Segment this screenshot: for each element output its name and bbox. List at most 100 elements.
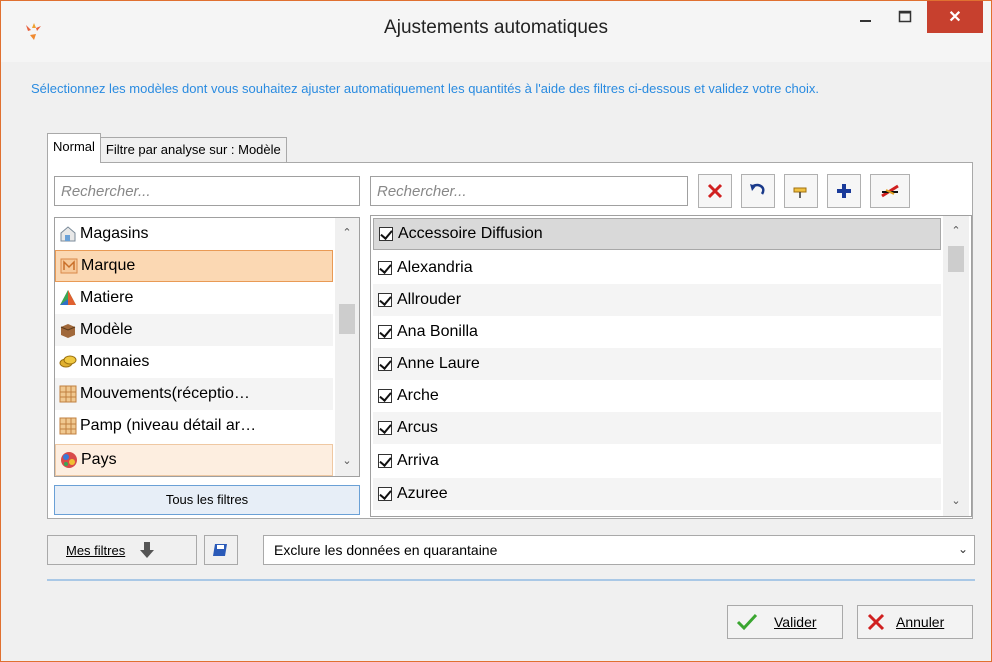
value-search-input[interactable] <box>370 176 688 206</box>
list-item-mouvements[interactable]: Mouvements(réceptio… <box>55 378 333 410</box>
add-button[interactable] <box>827 174 861 208</box>
my-filters-label: Mes filtres <box>66 542 126 558</box>
undo-icon <box>750 183 765 195</box>
list-item-pamp[interactable]: Pamp (niveau détail ar… <box>55 410 333 442</box>
scrollbar-thumb[interactable] <box>339 304 355 334</box>
list-item-matiere[interactable]: Matiere <box>55 282 333 314</box>
list-item[interactable]: Ana Bonilla <box>373 316 941 348</box>
cancel-label: Annuler <box>896 614 945 630</box>
list-item-label: Magasins <box>80 225 149 242</box>
quarantine-select-value: Exclure les données en quarantaine <box>274 542 498 558</box>
model-box-icon <box>60 324 76 338</box>
quarantine-select[interactable]: Exclure les données en quarantaine ⌄ <box>263 535 975 565</box>
checkbox[interactable] <box>378 325 392 339</box>
edit-icon <box>881 184 899 198</box>
model-value-list: Accessoire Diffusion Alexandria Allroude… <box>370 215 972 517</box>
checkbox[interactable] <box>378 454 392 468</box>
list-item-label: Matiere <box>80 289 134 306</box>
validate-button[interactable]: Valider <box>727 605 843 639</box>
checkbox[interactable] <box>378 389 392 403</box>
filter-search-input[interactable] <box>54 176 360 206</box>
grid-icon <box>59 417 77 435</box>
chevron-down-icon: ⌄ <box>957 542 968 556</box>
pin-icon <box>793 187 807 198</box>
cancel-button[interactable]: Annuler <box>857 605 973 639</box>
list-item-label: Alexandria <box>397 259 473 276</box>
list-item[interactable]: Arche <box>373 380 941 412</box>
list-item-modele[interactable]: Modèle <box>55 314 333 346</box>
validate-label: Valider <box>774 614 817 630</box>
plus-icon <box>837 184 851 198</box>
list-item-magasins[interactable]: Magasins <box>55 218 333 250</box>
list-item[interactable]: Alexandria <box>373 252 941 284</box>
left-list-scrollbar[interactable]: ⌃ ⌄ <box>335 218 359 476</box>
list-item-monnaies[interactable]: Monnaies <box>55 346 333 378</box>
list-item-label: Pays <box>81 451 117 468</box>
close-button[interactable]: ✕ <box>927 1 983 33</box>
dialog-window: Ajustements automatiques ✕ Sélectionnez … <box>0 0 992 662</box>
tab-filter-analysis[interactable]: Filtre par analyse sur : Modèle <box>99 137 287 163</box>
minimize-button[interactable] <box>849 1 883 33</box>
window-title: Ajustements automatiques <box>384 17 608 38</box>
list-item-label: Arcus <box>397 419 438 436</box>
scroll-up-icon[interactable]: ⌃ <box>339 226 355 239</box>
list-item-label: Monnaies <box>80 353 150 370</box>
globe-icon <box>61 452 77 468</box>
checkbox[interactable] <box>378 357 392 371</box>
list-item-label: Accessoire Diffusion <box>398 225 543 242</box>
list-item-label: Mouvements(réceptio… <box>80 385 250 402</box>
coins-icon <box>59 355 77 368</box>
list-item[interactable]: Accessoire Diffusion <box>373 218 941 250</box>
list-item-marque[interactable]: Marque <box>55 250 333 282</box>
close-icon: ✕ <box>948 9 962 26</box>
title-bar[interactable]: Ajustements automatiques ✕ <box>1 1 991 62</box>
all-filters-button[interactable]: Tous les filtres <box>54 485 360 515</box>
grid-icon <box>59 385 77 403</box>
list-item[interactable]: Arcus <box>373 412 941 444</box>
list-item-label: Modèle <box>80 321 133 338</box>
save-filter-button[interactable] <box>204 535 238 565</box>
list-item-label: Arriva <box>397 452 439 469</box>
my-filters-button[interactable]: Mes filtres <box>47 535 197 565</box>
scrollbar-thumb[interactable] <box>948 246 964 272</box>
list-item-label: Ana Bonilla <box>397 323 478 340</box>
checkbox[interactable] <box>379 227 393 241</box>
tab-strip: Normal Filtre par analyse sur : Modèle <box>47 133 287 163</box>
cancel-icon <box>867 613 885 631</box>
maximize-icon <box>898 10 912 23</box>
list-item-label: Marque <box>81 257 136 274</box>
brand-icon <box>60 258 78 274</box>
checkbox[interactable] <box>378 421 392 435</box>
list-item[interactable]: Allrouder <box>373 284 941 316</box>
clear-icon <box>707 183 723 199</box>
pin-button[interactable] <box>784 174 818 208</box>
list-item-pays[interactable]: Pays <box>55 444 333 476</box>
save-icon <box>213 544 227 556</box>
scroll-up-icon[interactable]: ⌃ <box>948 224 964 237</box>
check-icon <box>736 613 758 631</box>
clear-selection-button[interactable] <box>698 174 732 208</box>
filter-category-list: Magasins Marque Matiere Modèle Monnaies … <box>54 217 360 477</box>
list-item-label: Azuree <box>397 485 448 502</box>
right-list-scrollbar[interactable]: ⌃ ⌄ <box>943 216 969 516</box>
list-item[interactable]: Anne Laure <box>373 348 941 380</box>
checkbox[interactable] <box>378 293 392 307</box>
edit-button[interactable] <box>870 174 910 208</box>
undo-button[interactable] <box>741 174 775 208</box>
tab-normal[interactable]: Normal <box>47 133 101 163</box>
maximize-button[interactable] <box>888 1 922 33</box>
checkbox[interactable] <box>378 261 392 275</box>
material-icon <box>60 290 76 305</box>
list-item[interactable]: Azuree <box>373 478 941 510</box>
scroll-down-icon[interactable]: ⌄ <box>948 494 964 507</box>
separator <box>47 579 975 581</box>
store-icon <box>60 226 76 242</box>
list-item[interactable]: Arriva <box>373 445 941 477</box>
instruction-text: Sélectionnez les modèles dont vous souha… <box>31 81 819 96</box>
list-item-label: Anne Laure <box>397 355 480 372</box>
list-item-label: Allrouder <box>397 291 462 308</box>
scroll-down-icon[interactable]: ⌄ <box>339 454 355 467</box>
list-item-label: Arche <box>397 387 439 404</box>
checkbox[interactable] <box>378 487 392 501</box>
minimize-icon <box>860 20 871 22</box>
